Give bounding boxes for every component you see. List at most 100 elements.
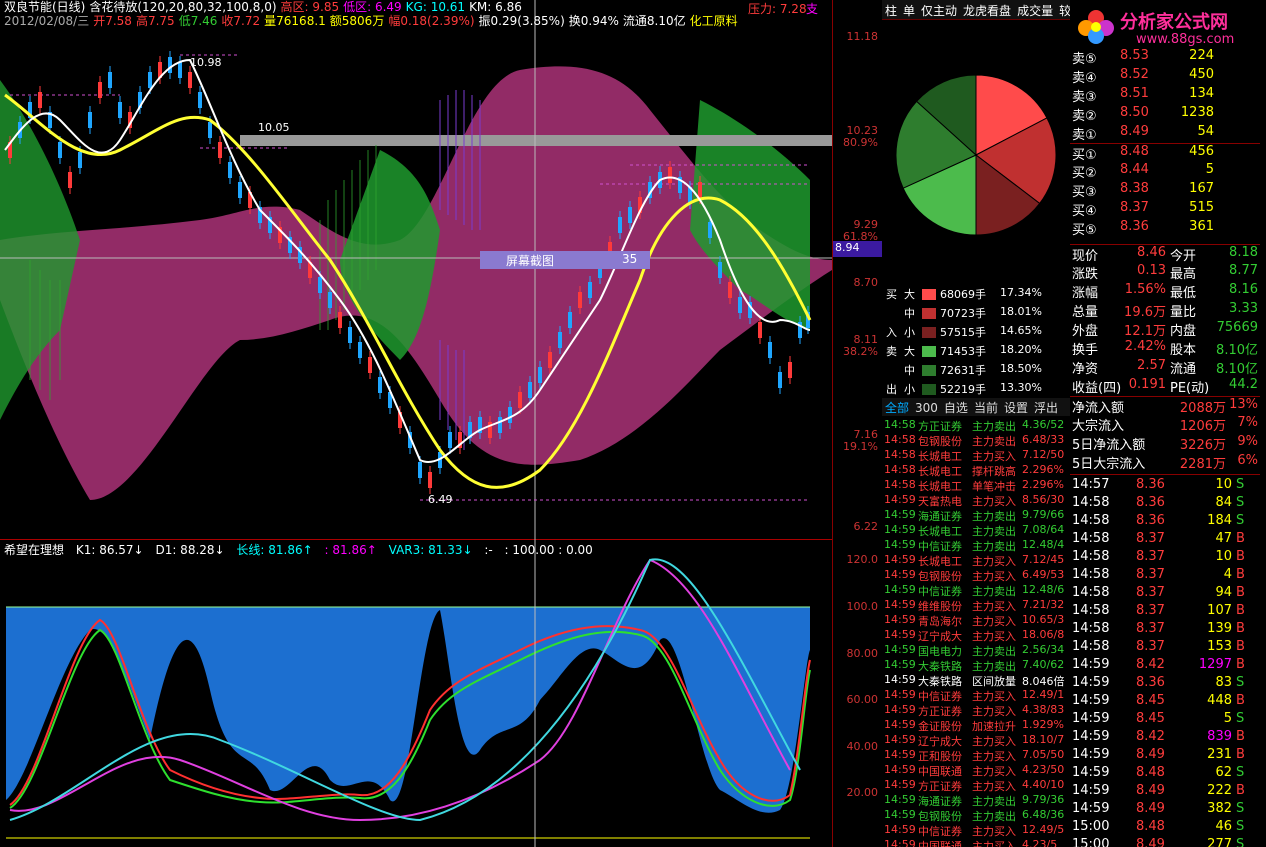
list-item[interactable]: 14:59 方正证券 主力买入 4.38/83 bbox=[882, 703, 1070, 718]
flow-percent: 14.65% bbox=[1000, 324, 1042, 337]
alert-stock: 方正证券 bbox=[918, 420, 962, 433]
flow-swatch bbox=[922, 327, 936, 338]
list-item[interactable]: 14:59 辽宁成大 主力买入 18.10/7 bbox=[882, 733, 1070, 748]
stat-label: 换手 bbox=[1072, 343, 1099, 358]
alert-value: 8.56/30 bbox=[1022, 493, 1065, 506]
list-item[interactable]: 14:59 国电电力 主力卖出 2.56/34 bbox=[882, 643, 1070, 658]
alert-stock: 长城电工 bbox=[918, 525, 962, 538]
trade-side: B bbox=[1236, 639, 1245, 654]
alert-value: 9.79/36 bbox=[1022, 793, 1065, 806]
tab-single[interactable]: 单 bbox=[900, 0, 918, 21]
stock-name: 双良节能(日线) bbox=[4, 0, 86, 14]
alert-time: 14:59 bbox=[884, 673, 916, 686]
list-item[interactable]: 14:59 方正证券 主力买入 4.40/10 bbox=[882, 778, 1070, 793]
stat-value: 0.13 bbox=[1137, 263, 1166, 278]
alert-time: 14:59 bbox=[884, 508, 916, 521]
list-item[interactable]: 14:59 天富热电 主力买入 8.56/30 bbox=[882, 493, 1070, 508]
list-item[interactable]: 14:59 中信证券 主力卖出 12.48/6 bbox=[882, 583, 1070, 598]
trade-volume: 10 bbox=[1215, 549, 1232, 564]
alert-time: 14:59 bbox=[884, 808, 916, 821]
list-item[interactable]: 14:59 青岛海尔 主力买入 10.65/3 bbox=[882, 613, 1070, 628]
list-item[interactable]: 14:58 包钢股份 主力卖出 6.48/33 bbox=[882, 433, 1070, 448]
list-item[interactable]: 14:59 大秦铁路 区间放量 8.046倍 bbox=[882, 673, 1070, 688]
list-item[interactable]: 14:59 包钢股份 主力买入 6.49/53 bbox=[882, 568, 1070, 583]
order-volume: 134 bbox=[1189, 86, 1214, 101]
fund-value: 1206万 bbox=[1179, 419, 1226, 434]
trade-row: 14:59 8.36 83 S bbox=[1070, 675, 1260, 693]
list-item[interactable]: 14:59 海通证券 主力卖出 9.79/36 bbox=[882, 793, 1070, 808]
list-item[interactable]: 14:58 长城电工 单笔冲击 2.296% bbox=[882, 478, 1070, 493]
overlay-number: 35 bbox=[622, 252, 638, 266]
alert-stock: 长城电工 bbox=[918, 555, 962, 568]
list-item[interactable]: 14:59 中国联通 主力买入 4.23/5 bbox=[882, 838, 1070, 847]
list-item[interactable]: 14:58 长城电工 主力买入 7.12/50 bbox=[882, 448, 1070, 463]
tab-active-only[interactable]: 仅主动 bbox=[918, 0, 960, 21]
list-item[interactable]: 14:59 中信证券 主力买入 12.49/1 bbox=[882, 688, 1070, 703]
trade-volume: 47 bbox=[1215, 531, 1232, 546]
list-item[interactable]: 14:59 金证股份 加速拉升 1.929% bbox=[882, 718, 1070, 733]
list-item[interactable]: 14:59 海通证券 主力卖出 9.79/66 bbox=[882, 508, 1070, 523]
chart-header-ohlc: 2012/02/08/三 开7.58 高7.75 低7.46 收7.72 量76168.1… bbox=[4, 14, 742, 28]
order-row: 卖① 8.49 54 bbox=[1070, 124, 1260, 143]
list-item[interactable]: 14:58 方正证券 主力卖出 4.36/52 bbox=[882, 418, 1070, 433]
high-value: 高7.75 bbox=[135, 14, 175, 28]
stat-value2: 8.18 bbox=[1229, 245, 1258, 260]
alert-time: 14:59 bbox=[884, 718, 916, 731]
trade-time: 14:58 bbox=[1072, 531, 1110, 546]
list-item[interactable]: 14:58 长城电工 撑杆跳高 2.296% bbox=[882, 463, 1070, 478]
trade-price: 8.49 bbox=[1136, 783, 1165, 798]
alert-value: 7.40/62 bbox=[1022, 658, 1065, 671]
fund-row: 大宗流入 1206万 7% bbox=[1070, 415, 1260, 434]
panel-tabbar: 柱单仅主动 龙虎看盘 成交量较 bbox=[882, 0, 1071, 21]
alert-value: 7.12/45 bbox=[1022, 553, 1065, 566]
tab-float[interactable]: 浮出 bbox=[1031, 398, 1061, 417]
alert-stock: 包钢股份 bbox=[918, 570, 962, 583]
tab-volume[interactable]: 成交量 bbox=[1014, 0, 1056, 21]
flow-swatch bbox=[922, 384, 936, 395]
trade-price: 8.37 bbox=[1136, 549, 1165, 564]
flow-swatch bbox=[922, 289, 936, 300]
tab-watchlist[interactable]: 自选 bbox=[941, 398, 971, 417]
alert-list[interactable]: 14:58 方正证券 主力卖出 4.36/52 14:58 包钢股份 主力卖出 6.48/33… bbox=[882, 418, 1070, 847]
tab-current[interactable]: 当前 bbox=[971, 398, 1001, 417]
list-item[interactable]: 14:59 大秦铁路 主力卖出 7.40/62 bbox=[882, 658, 1070, 673]
screenshot-overlay[interactable]: 屏幕截图 35 bbox=[480, 251, 650, 269]
trade-side: B bbox=[1236, 531, 1245, 546]
flow-row: 中 70723手 18.01% bbox=[882, 305, 1070, 324]
flow-row: 入小 57515手 14.65% bbox=[882, 324, 1070, 343]
trade-price: 8.45 bbox=[1136, 711, 1165, 726]
tab-all[interactable]: 全部 bbox=[882, 398, 912, 417]
trade-detail[interactable]: 14:57 8.36 10 S 14:58 8.36 84 S 14:58 8.36 184 S 14:… bbox=[1070, 474, 1260, 847]
logo-title: 分析家公式网 bbox=[1120, 12, 1228, 33]
stat-label: 总量 bbox=[1072, 305, 1099, 320]
trade-side: B bbox=[1236, 783, 1245, 798]
list-item[interactable]: 14:59 中信证券 主力卖出 12.48/4 bbox=[882, 538, 1070, 553]
volume-value: 量76168.1 bbox=[264, 14, 326, 28]
tab-dragon-tiger[interactable]: 龙虎看盘 bbox=[960, 0, 1014, 21]
list-item[interactable]: 14:59 长城电工 主力卖出 7.08/64 bbox=[882, 523, 1070, 538]
list-item[interactable]: 14:59 正和股份 主力买入 7.05/50 bbox=[882, 748, 1070, 763]
kline-chart[interactable]: 双良节能(日线) 含花待放(120,20,80,32,100,8,0) 高区: 9.… bbox=[0, 0, 832, 540]
order-level: 买⑤ bbox=[1072, 223, 1097, 238]
list-item[interactable]: 14:59 辽宁成大 主力买入 18.06/8 bbox=[882, 628, 1070, 643]
axis-tick: 38.2% bbox=[843, 345, 878, 358]
list-item[interactable]: 14:59 长城电工 主力买入 7.12/45 bbox=[882, 553, 1070, 568]
list-item[interactable]: 14:59 中国联通 主力买入 4.23/50 bbox=[882, 763, 1070, 778]
trade-side: S bbox=[1236, 765, 1245, 780]
alert-stock: 长城电工 bbox=[918, 450, 962, 463]
alert-stock: 金证股份 bbox=[918, 720, 962, 733]
list-item[interactable]: 14:59 包钢股份 主力卖出 6.48/36 bbox=[882, 808, 1070, 823]
list-item[interactable]: 14:59 维维股份 主力买入 7.21/32 bbox=[882, 598, 1070, 613]
tab-settings[interactable]: 设置 bbox=[1001, 398, 1031, 417]
alert-action: 主力卖出 bbox=[972, 525, 1016, 538]
indicator-name: 含花待放(120,20,80,32,100,8,0) bbox=[89, 0, 277, 14]
trade-side: B bbox=[1236, 567, 1245, 582]
list-item[interactable]: 14:59 中信证券 主力买入 12.49/5 bbox=[882, 823, 1070, 838]
tab-300[interactable]: 300 bbox=[912, 400, 941, 416]
alert-time: 14:59 bbox=[884, 688, 916, 701]
alert-stock: 海通证券 bbox=[918, 510, 962, 523]
order-level: 卖② bbox=[1072, 109, 1097, 124]
indicator-chart[interactable]: 希望在理想 K1: 86.57↓ D1: 88.28↓ 长线: 81.86↑ :… bbox=[0, 540, 832, 847]
tab-bar[interactable]: 柱 bbox=[882, 0, 900, 21]
trade-row: 14:58 8.37 107 B bbox=[1070, 603, 1260, 621]
